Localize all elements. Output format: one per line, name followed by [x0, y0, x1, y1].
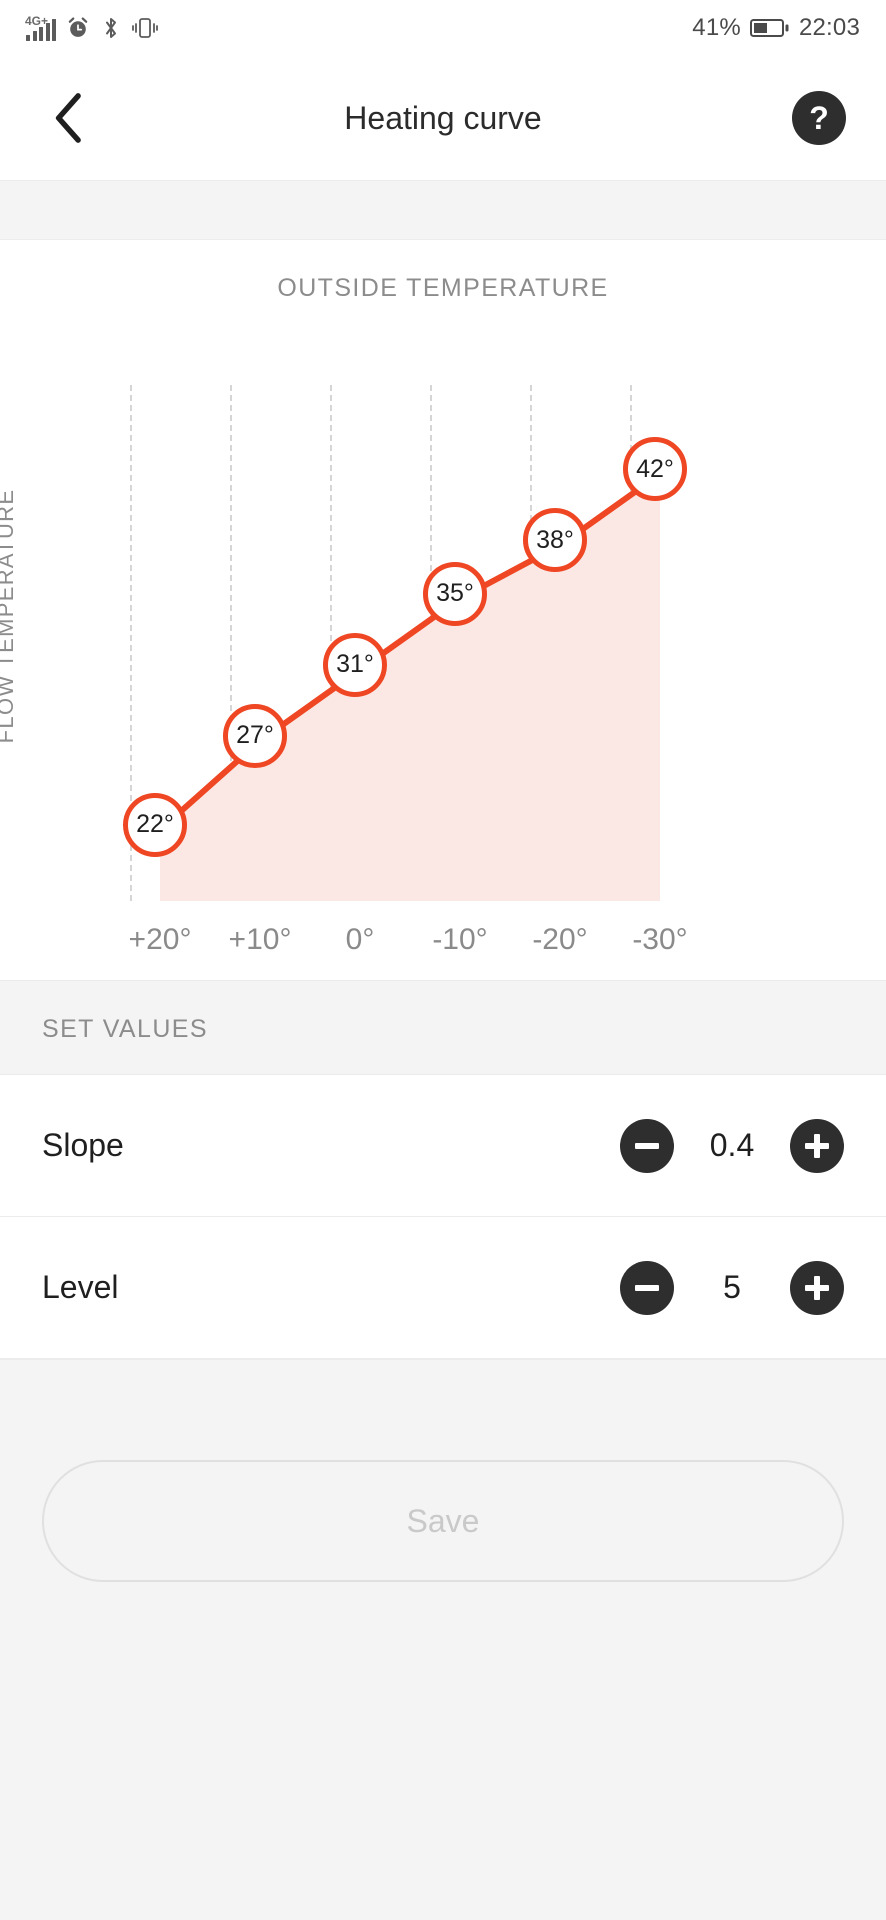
data-point-bubble[interactable]: 42°: [623, 437, 687, 502]
slope-value: 0.4: [709, 1127, 755, 1163]
minus-icon: [635, 1134, 659, 1158]
level-value: 5: [723, 1269, 741, 1305]
heating-curve-chart-card: OUTSIDE TEMPERATURE FLOW TEMPERATURE 22°…: [0, 240, 886, 980]
data-point-bubble[interactable]: 35°: [423, 561, 487, 626]
chart-area: FLOW TEMPERATURE 22° 27° 31° 35° 38° 42°…: [0, 303, 886, 956]
status-bar-left-icons: 4G+: [25, 15, 159, 41]
level-decrement-button[interactable]: [620, 1260, 674, 1315]
battery-percent-label: 41%: [692, 14, 741, 41]
x-tick-label: +10°: [228, 923, 292, 956]
save-button[interactable]: Save: [42, 1460, 844, 1582]
data-point-bubble[interactable]: 27°: [223, 703, 287, 768]
plus-icon: [805, 1275, 829, 1300]
slope-increment-button[interactable]: [790, 1118, 844, 1173]
alarm-icon: [68, 17, 88, 37]
set-values-section-title: SET VALUES: [0, 980, 886, 1075]
data-point-label: 42°: [636, 454, 674, 483]
plus-icon: [805, 1133, 829, 1158]
x-tick-label: +20°: [128, 923, 192, 956]
question-mark-icon: ?: [809, 99, 829, 136]
status-bar-right: 41% 22:03: [692, 14, 860, 42]
setting-label: Slope: [42, 1127, 124, 1163]
x-tick-label: -20°: [532, 923, 588, 956]
level-increment-button[interactable]: [790, 1260, 844, 1315]
minus-icon: [635, 1276, 659, 1300]
signal-icon: 4G+: [25, 15, 56, 41]
level-stepper: 5: [620, 1260, 844, 1315]
data-point-bubble[interactable]: 31°: [323, 632, 387, 697]
data-point-label: 22°: [136, 810, 174, 839]
bluetooth-icon: [106, 18, 116, 38]
slope-decrement-button[interactable]: [620, 1118, 674, 1173]
setting-row-slope: Slope 0.4: [0, 1075, 886, 1217]
page-title: Heating curve: [344, 99, 542, 136]
data-point-label: 27°: [236, 721, 274, 750]
vibrate-icon: [132, 18, 158, 38]
slope-stepper: 0.4: [620, 1118, 844, 1173]
footer: Save: [0, 1359, 886, 1920]
back-button[interactable]: [40, 89, 98, 147]
x-tick-label: -30°: [632, 923, 688, 956]
app-bar: Heating curve ?: [0, 56, 886, 180]
section-divider: [0, 180, 886, 240]
x-tick-label: -10°: [432, 923, 488, 956]
battery-icon: [749, 19, 789, 37]
data-point-bubble[interactable]: 22°: [123, 792, 187, 857]
clock-label: 22:03: [798, 14, 860, 41]
data-point-label: 31°: [336, 650, 374, 679]
network-type-label: 4G+: [25, 14, 49, 28]
save-button-label: Save: [406, 1502, 480, 1539]
chart-title: OUTSIDE TEMPERATURE: [277, 274, 609, 302]
chevron-left-icon: [55, 93, 81, 143]
setting-row-level: Level 5: [0, 1217, 886, 1359]
data-point-label: 38°: [536, 525, 574, 554]
setting-label: Level: [42, 1269, 119, 1305]
data-point-label: 35°: [436, 579, 474, 608]
chart-x-axis: +20° +10° 0° -10° -20° -30°: [0, 923, 886, 983]
x-tick-label: 0°: [345, 923, 375, 956]
data-point-bubble[interactable]: 38°: [523, 508, 587, 573]
status-bar: 4G+ 41% 22:03: [0, 0, 886, 56]
help-button[interactable]: ?: [792, 91, 846, 145]
